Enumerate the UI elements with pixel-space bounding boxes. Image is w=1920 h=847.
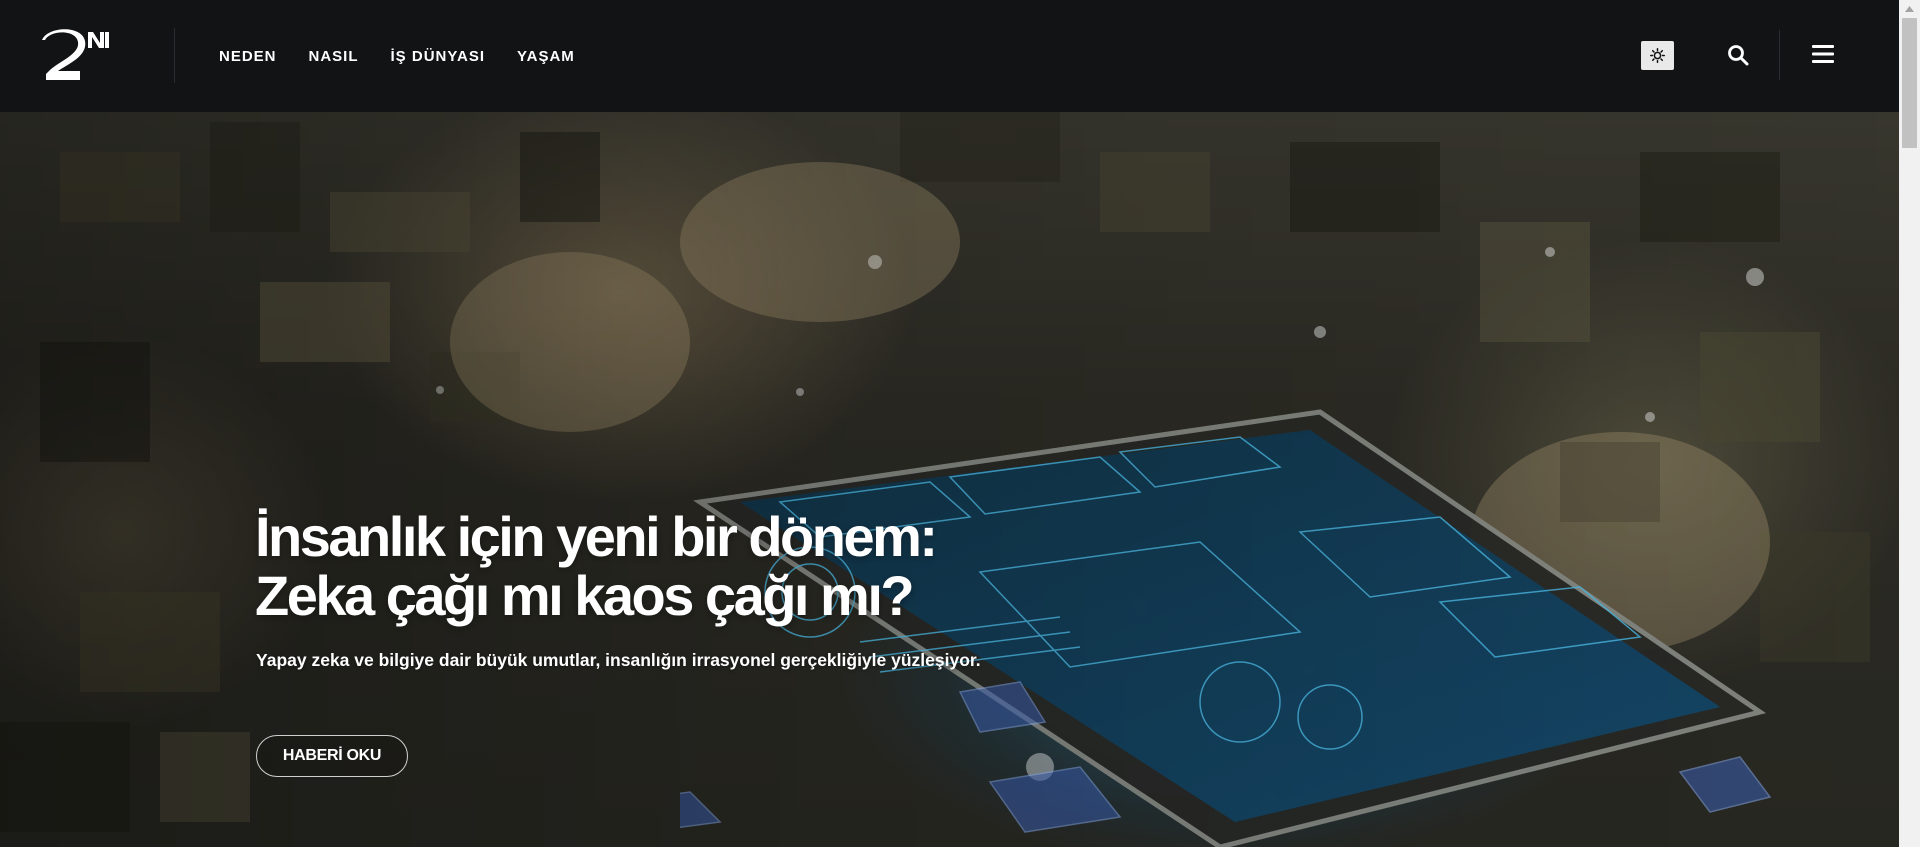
theme-toggle-button[interactable]: [1641, 41, 1674, 70]
hamburger-menu-icon[interactable]: [1811, 43, 1835, 65]
read-article-button[interactable]: HABERİ OKU: [256, 735, 408, 777]
sun-icon: [1650, 48, 1665, 63]
header-divider: [174, 28, 175, 83]
nav-item-yasam[interactable]: YAŞAM: [517, 48, 575, 65]
site-logo[interactable]: [42, 28, 114, 84]
header-divider-right: [1779, 30, 1780, 80]
nav-item-nasil[interactable]: NASIL: [309, 48, 359, 65]
hero-headline[interactable]: İnsanlık için yeni bir dönem: Zeka çağı …: [255, 507, 1155, 625]
nav-item-neden[interactable]: NEDEN: [219, 48, 277, 65]
hero-headline-line-1: İnsanlık için yeni bir dönem:: [255, 505, 938, 568]
scrollbar-thumb[interactable]: [1902, 18, 1917, 148]
nav-item-is-dunyasi[interactable]: İŞ DÜNYASI: [391, 48, 485, 65]
hero-headline-line-2: Zeka çağı mı kaos çağı mı?: [255, 564, 915, 627]
site-header: NEDEN NASIL İŞ DÜNYASI YAŞAM: [0, 0, 1899, 112]
hero-subtitle: Yapay zeka ve bilgiye dair büyük umutlar…: [256, 650, 981, 670]
hero-banner[interactable]: İnsanlık için yeni bir dönem: Zeka çağı …: [0, 112, 1899, 847]
scroll-up-arrow-icon[interactable]: [1899, 0, 1920, 17]
main-nav: NEDEN NASIL İŞ DÜNYASI YAŞAM: [219, 0, 607, 112]
search-icon[interactable]: [1726, 43, 1750, 67]
page-scrollbar[interactable]: [1899, 0, 1920, 847]
